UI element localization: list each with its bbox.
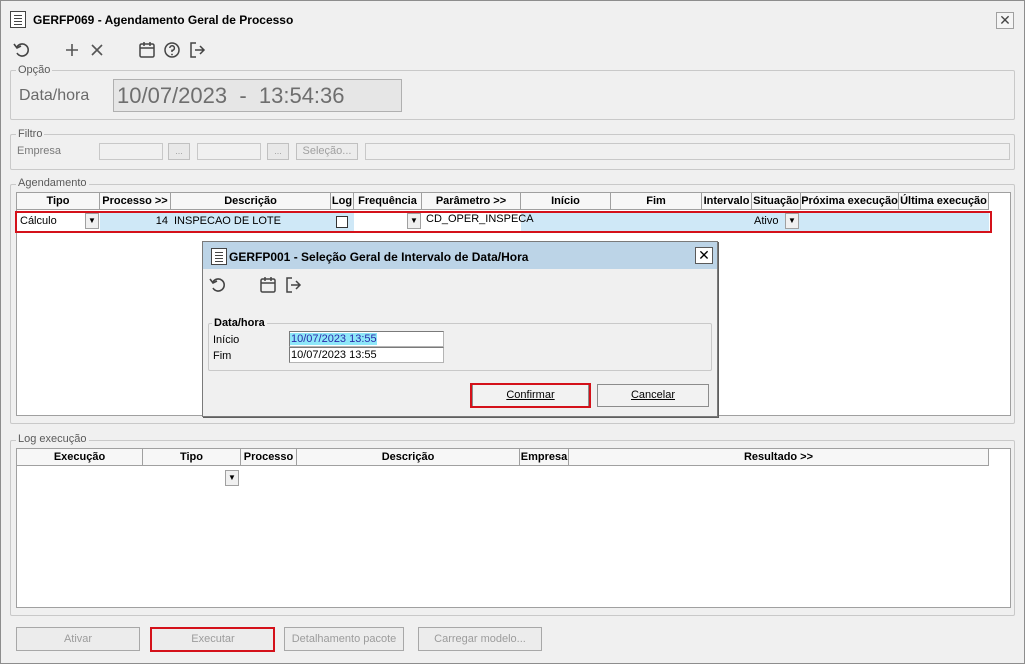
refresh-icon[interactable] xyxy=(12,40,32,60)
empresa-to-input[interactable] xyxy=(197,143,261,160)
window-close-button[interactable]: ✕ xyxy=(996,12,1014,29)
help-icon[interactable] xyxy=(162,40,182,60)
inicio-label: Início xyxy=(213,334,240,346)
col-header-ultima-execucao[interactable]: Última execução xyxy=(899,193,989,210)
carregar-modelo-button[interactable]: Carregar modelo... xyxy=(418,627,542,651)
log-col-header-descricao[interactable]: Descrição xyxy=(297,449,520,466)
col-header-fim[interactable]: Fim xyxy=(611,193,702,210)
datahora-label: Data/hora xyxy=(19,87,90,104)
window-title: GERFP069 - Agendamento Geral de Processo xyxy=(33,13,294,27)
dialog-datahora-group-label: Data/hora xyxy=(212,317,267,329)
dialog-title: GERFP001 - Seleção Geral de Intervalo de… xyxy=(229,250,529,264)
empresa-from-lookup-button[interactable]: ... xyxy=(168,143,190,160)
agendamento-group-label: Agendamento xyxy=(16,177,89,189)
filtro-group-label: Filtro xyxy=(16,128,45,140)
col-header-inicio[interactable]: Início xyxy=(521,193,611,210)
dialog-refresh-icon[interactable] xyxy=(208,275,228,295)
col-header-proxima-execucao[interactable]: Próxima execução xyxy=(801,193,899,210)
empresa-from-input[interactable] xyxy=(99,143,163,160)
log-col-header-empresa[interactable]: Empresa xyxy=(520,449,569,466)
log-col-header-execucao[interactable]: Execução xyxy=(17,449,143,466)
datahora-field: 10/07/2023 - 13:54:36 xyxy=(113,79,402,112)
dialog-close-button[interactable]: ✕ xyxy=(695,247,713,264)
log-execucao-grid[interactable] xyxy=(16,448,1011,608)
dialog-app-icon xyxy=(211,248,227,265)
inicio-input[interactable]: 10/07/2023 13:55 xyxy=(289,331,444,347)
delete-icon[interactable] xyxy=(87,40,107,60)
app-document-icon xyxy=(10,11,26,28)
inicio-input-value: 10/07/2023 13:55 xyxy=(290,333,377,345)
col-header-frequencia[interactable]: Frequência xyxy=(354,193,422,210)
log-col-header-resultado[interactable]: Resultado >> xyxy=(569,449,989,466)
log-tipo-dropdown-button[interactable]: ▼ xyxy=(225,470,239,486)
detalhamento-pacote-button[interactable]: Detalhamento pacote xyxy=(284,627,404,651)
row-highlight-outline xyxy=(15,211,992,233)
date-interval-dialog: GERFP001 - Seleção Geral de Intervalo de… xyxy=(202,241,718,417)
dialog-exit-icon[interactable] xyxy=(283,275,303,295)
selecao-display-field xyxy=(365,143,1010,160)
empresa-to-lookup-button[interactable]: ... xyxy=(267,143,289,160)
ativar-button[interactable]: Ativar xyxy=(16,627,140,651)
dialog-calendar-icon[interactable] xyxy=(258,275,278,295)
log-col-header-tipo[interactable]: Tipo xyxy=(143,449,241,466)
col-header-processo[interactable]: Processo >> xyxy=(100,193,171,210)
opcao-group-label: Opção xyxy=(16,64,53,76)
col-header-intervalo[interactable]: Intervalo xyxy=(702,193,752,210)
fim-input[interactable]: 10/07/2023 13:55 xyxy=(289,347,444,363)
log-col-header-processo[interactable]: Processo xyxy=(241,449,297,466)
col-header-situacao[interactable]: Situação xyxy=(752,193,801,210)
col-header-log[interactable]: Log xyxy=(331,193,354,210)
log-execucao-group-label: Log execução xyxy=(16,433,89,445)
col-header-parametro[interactable]: Parâmetro >> xyxy=(422,193,521,210)
dialog-datahora-group xyxy=(208,323,712,371)
empresa-label: Empresa xyxy=(17,145,62,157)
exit-icon[interactable] xyxy=(187,40,207,60)
col-header-tipo[interactable]: Tipo xyxy=(17,193,100,210)
executar-highlight-outline xyxy=(150,627,275,652)
cancelar-button[interactable]: Cancelar xyxy=(597,384,709,407)
fim-label: Fim xyxy=(213,350,232,362)
selecao-button[interactable]: Seleção... xyxy=(296,143,358,160)
calendar-icon[interactable] xyxy=(137,40,157,60)
add-icon[interactable] xyxy=(62,40,82,60)
chevron-down-icon: ▼ xyxy=(228,473,236,482)
col-header-descricao[interactable]: Descrição xyxy=(171,193,331,210)
confirmar-highlight-outline xyxy=(470,383,591,408)
